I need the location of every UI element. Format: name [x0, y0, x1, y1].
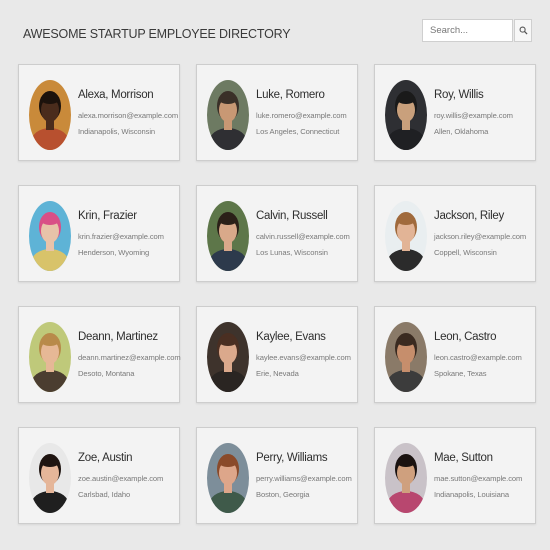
- employee-email: deann.martinez@example.com: [78, 353, 181, 362]
- page-title: AWESOME STARTUP EMPLOYEE DIRECTORY: [23, 27, 291, 41]
- search-button[interactable]: [514, 19, 532, 42]
- employee-card[interactable]: Zoe, Austin zoe.austin@example.com Carlsba…: [18, 427, 180, 524]
- search-icon: [519, 22, 528, 40]
- header: AWESOME STARTUP EMPLOYEE DIRECTORY: [0, 0, 550, 60]
- employee-card[interactable]: Calvin, Russell calvin.russell@example.co…: [196, 185, 358, 282]
- employee-name: Jackson, Riley: [434, 210, 504, 222]
- employee-location: Carlsbad, Idaho: [78, 490, 131, 499]
- employee-name: Deann, Martinez: [78, 331, 158, 343]
- employee-email: leon.castro@example.com: [434, 353, 522, 362]
- employee-email: mae.sutton@example.com: [434, 474, 523, 483]
- avatar: [207, 322, 249, 392]
- employee-name: Roy, Willis: [434, 89, 484, 101]
- employee-card[interactable]: Leon, Castro leon.castro@example.com Spoka…: [374, 306, 536, 403]
- employee-email: krin.frazier@example.com: [78, 232, 164, 241]
- employee-email: kaylee.evans@example.com: [256, 353, 351, 362]
- employee-location: Spokane, Texas: [434, 369, 487, 378]
- employee-location: Henderson, Wyoming: [78, 248, 150, 257]
- avatar: [29, 80, 71, 150]
- employee-name: Perry, Williams: [256, 452, 328, 464]
- employee-email: zoe.austin@example.com: [78, 474, 164, 483]
- employee-name: Luke, Romero: [256, 89, 325, 101]
- avatar: [385, 80, 427, 150]
- employee-name: Leon, Castro: [434, 331, 497, 343]
- employee-card[interactable]: Deann, Martinez deann.martinez@example.co…: [18, 306, 181, 403]
- employee-location: Los Lunas, Wisconsin: [256, 248, 328, 257]
- employee-card[interactable]: Roy, Willis roy.willis@example.com Allen, …: [374, 64, 536, 161]
- employee-location: Erie, Nevada: [256, 369, 299, 378]
- employee-location: Indianapolis, Louisiana: [434, 490, 509, 499]
- employee-email: luke.romero@example.com: [256, 111, 347, 120]
- avatar: [385, 322, 427, 392]
- employee-card[interactable]: Jackson, Riley jackson.riley@example.com C…: [374, 185, 536, 282]
- employee-card[interactable]: Krin, Frazier krin.frazier@example.com Hen…: [18, 185, 180, 282]
- avatar: [29, 322, 71, 392]
- directory-page: AWESOME STARTUP EMPLOYEE DIRECTORY Alexa…: [0, 0, 550, 550]
- employee-location: Indianapolis, Wisconsin: [78, 127, 156, 136]
- employee-name: Kaylee, Evans: [256, 331, 326, 343]
- employee-name: Calvin, Russell: [256, 210, 328, 222]
- employee-location: Allen, Oklahoma: [434, 127, 489, 136]
- employee-location: Desoto, Montana: [78, 369, 135, 378]
- employee-card[interactable]: Kaylee, Evans kaylee.evans@example.com Eri…: [196, 306, 358, 403]
- employee-email: calvin.russell@example.com: [256, 232, 350, 241]
- avatar: [29, 201, 71, 271]
- avatar: [207, 201, 249, 271]
- employee-location: Coppell, Wisconsin: [434, 248, 497, 257]
- employee-email: jackson.riley@example.com: [434, 232, 527, 241]
- employee-location: Los Angeles, Connecticut: [256, 127, 340, 136]
- employee-name: Mae, Sutton: [434, 452, 493, 464]
- search-input[interactable]: [422, 19, 513, 42]
- avatar: [29, 443, 71, 513]
- employee-name: Krin, Frazier: [78, 210, 137, 222]
- avatar: [207, 80, 249, 150]
- employee-card[interactable]: Luke, Romero luke.romero@example.com Los A…: [196, 64, 358, 161]
- avatar: [385, 443, 427, 513]
- employee-email: roy.willis@example.com: [434, 111, 513, 120]
- employee-email: alexa.morrison@example.com: [78, 111, 179, 120]
- avatar: [207, 443, 249, 513]
- employee-card[interactable]: Perry, Williams perry.williams@example.co…: [196, 427, 358, 524]
- avatar: [385, 201, 427, 271]
- employee-card[interactable]: Alexa, Morrison alexa.morrison@example.co…: [18, 64, 180, 161]
- employee-grid: Alexa, Morrison alexa.morrison@example.co…: [18, 64, 536, 524]
- employee-email: perry.williams@example.com: [256, 474, 352, 483]
- employee-name: Alexa, Morrison: [78, 89, 154, 101]
- employee-card[interactable]: Mae, Sutton mae.sutton@example.com Indiana…: [374, 427, 536, 524]
- employee-location: Boston, Georgia: [256, 490, 310, 499]
- employee-name: Zoe, Austin: [78, 452, 133, 464]
